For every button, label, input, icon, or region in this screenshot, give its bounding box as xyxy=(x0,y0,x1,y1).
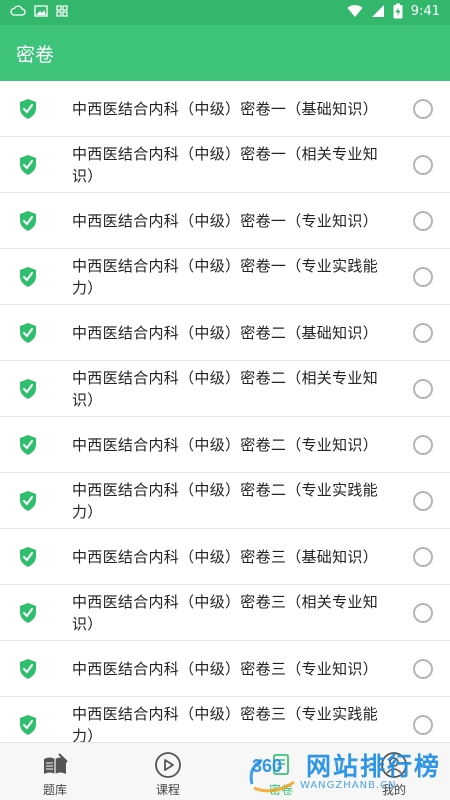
shield-check-icon xyxy=(20,547,36,567)
paper-icon xyxy=(273,754,289,775)
book-icon xyxy=(44,753,68,774)
play-circle-icon xyxy=(155,752,181,778)
shield-check-icon xyxy=(20,379,36,399)
list-item[interactable]: 中西医结合内科（中级）密卷三（相关专业知识） xyxy=(0,585,450,641)
paper-title: 中西医结合内科（中级）密卷一（专业实践能力） xyxy=(72,256,379,297)
signal-icon xyxy=(371,5,384,17)
select-radio[interactable] xyxy=(413,155,433,175)
select-radio[interactable] xyxy=(413,491,433,511)
list-item[interactable]: 中西医结合内科（中级）密卷三（基础知识） xyxy=(0,529,450,585)
paper-title: 中西医结合内科（中级）密卷一（专业知识） xyxy=(72,211,379,230)
nav-label-question-bank: 题库 xyxy=(42,783,67,797)
select-radio[interactable] xyxy=(413,323,433,343)
list-item[interactable]: 中西医结合内科（中级）密卷一（专业实践能力） xyxy=(0,249,450,305)
paper-title: 中西医结合内科（中级）密卷二（相关专业知识） xyxy=(72,368,379,409)
image-icon xyxy=(34,5,48,17)
shield-check-icon xyxy=(20,99,36,119)
select-radio[interactable] xyxy=(413,267,433,287)
user-icon xyxy=(381,752,407,778)
select-radio[interactable] xyxy=(413,659,433,679)
list-item[interactable]: 中西医结合内科（中级）密卷一（基础知识） xyxy=(0,81,450,137)
nav-label-papers: 密卷 xyxy=(268,783,293,797)
shield-check-icon xyxy=(20,155,36,175)
list-item[interactable]: 中西医结合内科（中级）密卷二（相关专业知识） xyxy=(0,361,450,417)
nav-label-profile: 我的 xyxy=(381,783,406,797)
nav-item-papers[interactable]: 密卷 xyxy=(236,743,326,800)
nav-item-courses[interactable]: 课程 xyxy=(123,743,213,800)
page-title: 密卷 xyxy=(16,44,55,66)
shield-check-icon xyxy=(20,603,36,623)
paper-title: 中西医结合内科（中级）密卷三（专业知识） xyxy=(72,659,379,678)
list-item[interactable]: 中西医结合内科（中级）密卷二（专业实践能力） xyxy=(0,473,450,529)
status-left-icons xyxy=(10,4,68,18)
shield-check-icon xyxy=(20,659,36,679)
status-right-icons: 9:41 xyxy=(347,3,440,19)
select-radio[interactable] xyxy=(413,379,433,399)
status-time: 9:41 xyxy=(410,3,440,19)
list-item[interactable]: 中西医结合内科（中级）密卷三（专业实践能力） xyxy=(0,697,450,742)
cloud-icon xyxy=(10,5,26,16)
nav-item-profile[interactable]: 我的 xyxy=(349,743,439,800)
paper-title: 中西医结合内科（中级）密卷一（基础知识） xyxy=(72,99,379,118)
list-item[interactable]: 中西医结合内科（中级）密卷一（专业知识） xyxy=(0,193,450,249)
nav-label-courses: 课程 xyxy=(155,783,180,797)
app-bar: 密卷 xyxy=(0,25,450,81)
list-item[interactable]: 中西医结合内科（中级）密卷二（基础知识） xyxy=(0,305,450,361)
paper-title: 中西医结合内科（中级）密卷三（相关专业知识） xyxy=(72,592,379,633)
list-item[interactable]: 中西医结合内科（中级）密卷一（相关专业知识） xyxy=(0,137,450,193)
paper-title: 中西医结合内科（中级）密卷二（专业实践能力） xyxy=(72,480,379,521)
shield-check-icon xyxy=(20,211,36,231)
paper-list: 中西医结合内科（中级）密卷一（基础知识） 中西医结合内科（中级）密卷一（相关专业知… xyxy=(0,81,450,742)
select-radio[interactable] xyxy=(413,435,433,455)
select-radio[interactable] xyxy=(413,715,433,735)
select-radio[interactable] xyxy=(413,547,433,567)
select-radio[interactable] xyxy=(413,603,433,623)
list-item[interactable]: 中西医结合内科（中级）密卷三（专业知识） xyxy=(0,641,450,697)
paper-title: 中西医结合内科（中级）密卷二（基础知识） xyxy=(72,323,379,342)
wifi-icon xyxy=(347,5,363,18)
bottom-nav: 题库 课程 密卷 我的 xyxy=(0,742,450,800)
status-bar: 9:41 xyxy=(0,0,450,25)
select-radio[interactable] xyxy=(413,99,433,119)
shield-check-icon xyxy=(20,323,36,343)
shield-check-icon xyxy=(20,267,36,287)
shield-check-icon xyxy=(20,715,36,735)
list-item[interactable]: 中西医结合内科（中级）密卷二（专业知识） xyxy=(0,417,450,473)
shield-check-icon xyxy=(20,435,36,455)
battery-charging-icon xyxy=(393,3,403,19)
nav-item-question-bank[interactable]: 题库 xyxy=(10,743,100,800)
grid-icon xyxy=(56,5,68,17)
paper-title: 中西医结合内科（中级）密卷三（专业实践能力） xyxy=(72,704,379,743)
shield-check-icon xyxy=(20,491,36,511)
select-radio[interactable] xyxy=(413,211,433,231)
paper-title: 中西医结合内科（中级）密卷二（专业知识） xyxy=(72,435,379,454)
paper-title: 中西医结合内科（中级）密卷一（相关专业知识） xyxy=(72,144,379,185)
paper-title: 中西医结合内科（中级）密卷三（基础知识） xyxy=(72,547,379,566)
